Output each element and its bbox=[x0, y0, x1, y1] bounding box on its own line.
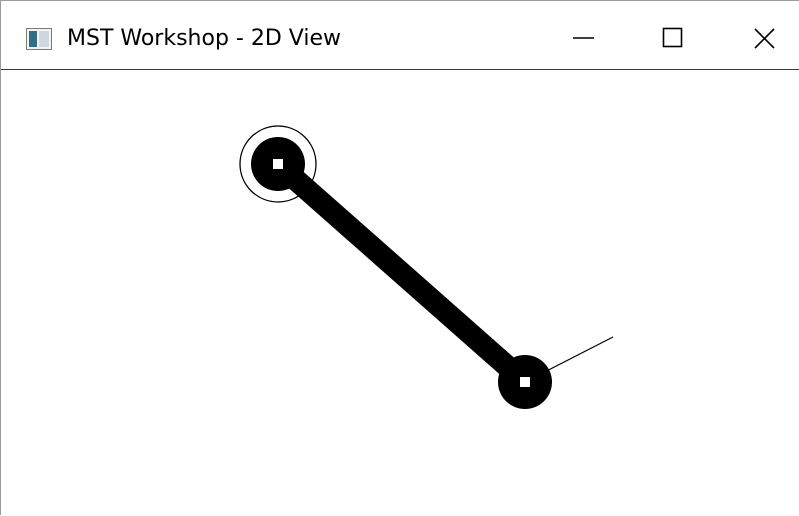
graph-svg[interactable] bbox=[1, 71, 799, 516]
window-title: MST Workshop - 2D View bbox=[67, 26, 341, 51]
graph-node[interactable] bbox=[498, 355, 552, 409]
app-icon-right-pane bbox=[39, 31, 49, 47]
view-canvas[interactable] bbox=[1, 71, 799, 516]
title-bar[interactable]: MST Workshop - 2D View bbox=[1, 1, 799, 70]
close-button[interactable] bbox=[717, 1, 799, 69]
graph-node[interactable] bbox=[251, 137, 305, 191]
app-window: MST Workshop - 2D View bbox=[0, 0, 799, 516]
maximize-button[interactable] bbox=[629, 1, 717, 69]
window-app-icon[interactable] bbox=[26, 28, 52, 50]
minimize-button[interactable] bbox=[541, 1, 629, 69]
app-icon-left-pane bbox=[29, 31, 37, 47]
minimize-icon bbox=[573, 37, 594, 39]
close-icon bbox=[754, 28, 775, 49]
graph-edge[interactable] bbox=[267, 153, 536, 393]
maximize-icon bbox=[662, 27, 683, 48]
